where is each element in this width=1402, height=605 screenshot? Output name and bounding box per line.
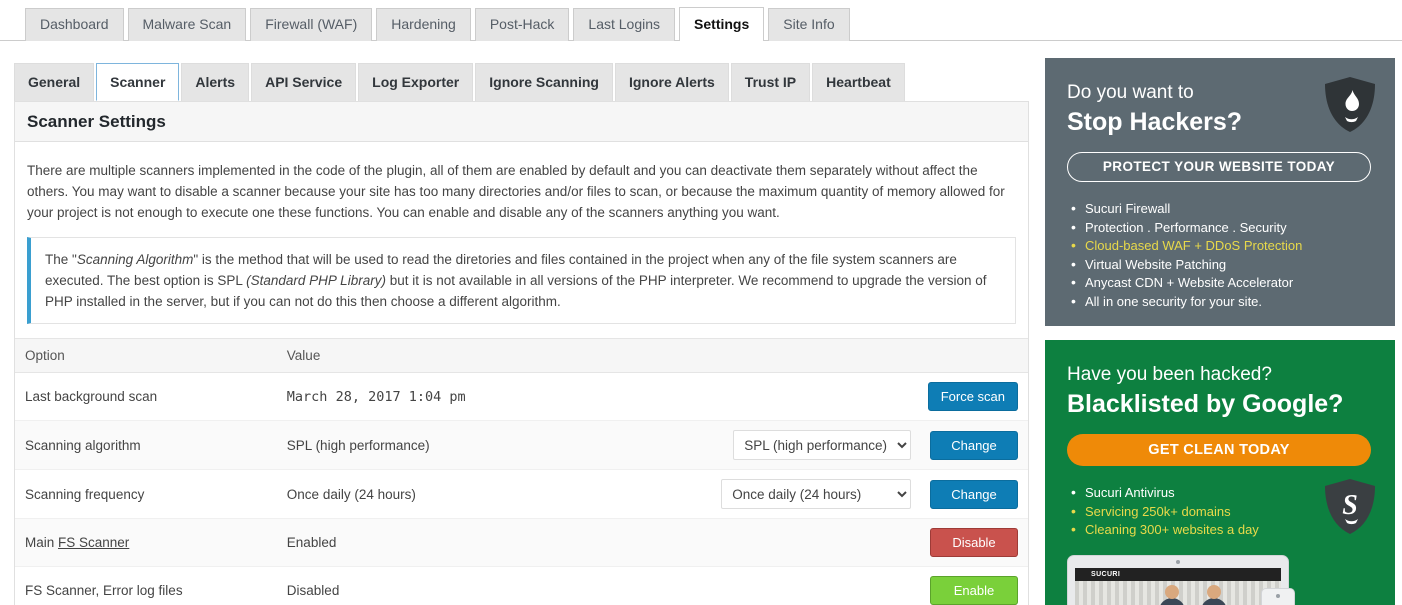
list-item: Protection . Performance . Security xyxy=(1067,218,1373,238)
force-scan-button[interactable]: Force scan xyxy=(927,382,1018,411)
secondary-tab-api-service[interactable]: API Service xyxy=(251,63,357,101)
tablet-logo: SUCURI xyxy=(1091,571,1121,578)
primary-tab-bar: Dashboard Malware Scan Firewall (WAF) Harde… xyxy=(0,0,1402,41)
secondary-tab-ignore-alerts[interactable]: Ignore Alerts xyxy=(614,63,729,101)
infobox-em-2: (Standard PHP Library) xyxy=(246,273,386,288)
table-row: Main FS Scanner Enabled Disable xyxy=(15,518,1028,567)
option-label-text: Main xyxy=(25,535,59,550)
table-row: Scanning frequency Once daily (24 hours) O… xyxy=(15,469,1028,519)
option-action-cell: Force scan xyxy=(917,372,1028,421)
list-item: Cloud-based WAF + DDoS Protection xyxy=(1067,236,1373,256)
scanning-algorithm-select[interactable]: SPL (high performance) xyxy=(733,430,912,460)
infobox-text-1: The " xyxy=(45,252,77,267)
option-control xyxy=(709,372,918,421)
blacklisted-title: Blacklisted by Google? xyxy=(1067,390,1344,418)
options-table-body: Last background scan March 28, 2017 1:04 … xyxy=(15,372,1028,605)
list-item: Anycast CDN + Website Accelerator xyxy=(1067,273,1373,293)
sucuri-antivirus-shield-icon: S xyxy=(1323,478,1377,541)
change-button[interactable]: Change xyxy=(930,479,1018,509)
table-row: Scanning algorithm SPL (high performance)… xyxy=(15,420,1028,470)
options-table-head: Option Value xyxy=(15,338,1028,373)
options-table: Option Value Last background scan March 2… xyxy=(15,338,1028,605)
option-label: Scanning algorithm xyxy=(15,420,277,470)
option-action-cell: Enable xyxy=(917,566,1028,605)
page-title: Scanner Settings xyxy=(15,102,1028,142)
option-action-cell: Disable xyxy=(917,518,1028,567)
option-value: Enabled xyxy=(276,518,710,567)
intro-paragraph: There are multiple scanners implemented … xyxy=(27,163,1005,220)
tablet-topbar: SUCURI xyxy=(1075,568,1281,581)
secondary-tab-general[interactable]: General xyxy=(14,63,95,101)
primary-tab-settings[interactable]: Settings xyxy=(679,7,765,41)
blacklisted-subtitle: Have you been hacked? xyxy=(1067,364,1272,385)
option-action-cell: Change xyxy=(917,420,1028,470)
person-figure xyxy=(1159,585,1185,605)
scanner-settings-panel: Scanner Settings There are multiple scan… xyxy=(14,101,1029,605)
enable-button[interactable]: Enable xyxy=(930,576,1018,605)
scanning-frequency-select[interactable]: Once daily (24 hours) xyxy=(721,479,912,509)
get-clean-today-button[interactable]: GET CLEAN TODAY xyxy=(1067,434,1371,466)
secondary-tab-trust-ip[interactable]: Trust IP xyxy=(730,63,811,101)
protect-website-button[interactable]: PROTECT YOUR WEBSITE TODAY xyxy=(1067,152,1371,182)
blacklisted-ad: Have you been hacked? Blacklisted by Goo… xyxy=(1045,340,1395,605)
option-label: FS Scanner, Error log files xyxy=(15,566,277,605)
infobox-em-1: Scanning Algorithm xyxy=(76,252,194,267)
secondary-tab-ignore-scanning[interactable]: Ignore Scanning xyxy=(475,63,613,101)
table-row: FS Scanner, Error log files Disabled Enabl… xyxy=(15,566,1028,605)
primary-tab-dashboard[interactable]: Dashboard xyxy=(25,8,124,41)
option-value: SPL (high performance) xyxy=(276,420,710,470)
promo-rail: Do you want to Stop Hackers? PROTECT YOU… xyxy=(1045,58,1395,605)
primary-tab-firewall-waf[interactable]: Firewall (WAF) xyxy=(250,8,373,41)
change-button[interactable]: Change xyxy=(930,430,1018,460)
primary-tab-last-logins[interactable]: Last Logins xyxy=(573,8,676,41)
option-value: Once daily (24 hours) xyxy=(276,469,710,519)
list-item: Virtual Website Patching xyxy=(1067,255,1373,275)
scanning-algorithm-infobox: The "Scanning Algorithm" is the method t… xyxy=(27,237,1016,324)
primary-tab-hardening[interactable]: Hardening xyxy=(376,8,471,41)
svg-text:S: S xyxy=(1342,490,1358,521)
option-label: Main FS Scanner xyxy=(15,518,277,567)
primary-tab-post-hack[interactable]: Post-Hack xyxy=(474,8,570,41)
option-label: Last background scan xyxy=(15,372,277,421)
table-header-row: Option Value xyxy=(15,338,1028,373)
secondary-tab-alerts[interactable]: Alerts xyxy=(181,63,250,101)
option-control xyxy=(709,566,918,605)
option-control: SPL (high performance) xyxy=(709,420,918,470)
panel-body: There are multiple scanners implemented … xyxy=(15,142,1028,324)
tablet-camera-dot xyxy=(1176,560,1180,564)
option-label: Scanning frequency xyxy=(15,469,277,519)
column-header-option: Option xyxy=(15,338,277,373)
column-header-value: Value xyxy=(276,338,1028,373)
disable-button[interactable]: Disable xyxy=(930,528,1018,557)
option-action-cell: Change xyxy=(917,469,1028,519)
fs-scanner-link[interactable]: FS Scanner xyxy=(58,535,129,550)
phone-mockup-image xyxy=(1261,588,1295,605)
person-figure xyxy=(1201,585,1227,605)
primary-tab-site-info[interactable]: Site Info xyxy=(768,8,850,41)
list-item: Sucuri Firewall xyxy=(1067,199,1373,219)
option-control xyxy=(709,518,918,567)
sucuri-firewall-shield-icon xyxy=(1323,76,1377,139)
page-root: Dashboard Malware Scan Firewall (WAF) Harde… xyxy=(0,0,1402,605)
secondary-tab-log-exporter[interactable]: Log Exporter xyxy=(358,63,474,101)
stop-hackers-ad: Do you want to Stop Hackers? PROTECT YOU… xyxy=(1045,58,1395,326)
tablet-screen: SUCURI xyxy=(1075,568,1281,605)
table-row: Last background scan March 28, 2017 1:04 … xyxy=(15,372,1028,421)
list-item: All in one security for your site. xyxy=(1067,292,1373,312)
secondary-tab-scanner[interactable]: Scanner xyxy=(96,63,180,101)
secondary-tab-heartbeat[interactable]: Heartbeat xyxy=(812,63,905,101)
option-value: Disabled xyxy=(276,566,710,605)
stop-hackers-bullet-list: Sucuri FirewallProtection . Performance … xyxy=(1067,199,1373,312)
secondary-tab-bar: General Scanner Alerts API Service Log Expor… xyxy=(14,63,907,101)
option-control: Once daily (24 hours) xyxy=(709,469,918,519)
tablet-mockup-image: SUCURI xyxy=(1067,555,1289,605)
tablet-photo xyxy=(1075,581,1281,605)
option-value: March 28, 2017 1:04 pm xyxy=(276,372,710,421)
primary-tab-malware-scan[interactable]: Malware Scan xyxy=(127,8,247,41)
